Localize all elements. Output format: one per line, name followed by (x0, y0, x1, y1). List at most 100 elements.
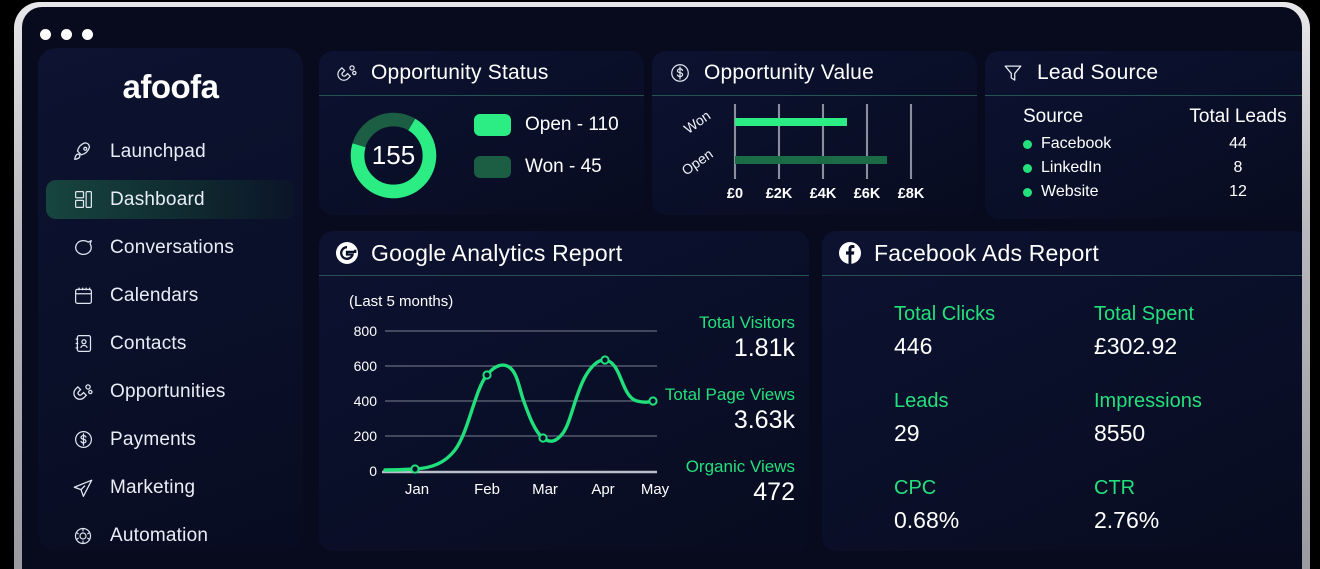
card-facebook-ads: Facebook Ads Report Total Clicks 446 Tot… (822, 231, 1302, 551)
table-header-row: Source Total Leads (1023, 106, 1302, 128)
sidebar-item-calendars[interactable]: Calendars (46, 276, 295, 315)
sidebar-nav: Launchpad Dashboard Conversations Calend… (38, 132, 303, 564)
y-tick-label: 400 (354, 393, 378, 409)
metric-value: 29 (894, 420, 920, 446)
x-tick-label: £2K (766, 186, 793, 202)
card-title: Lead Source (1037, 61, 1159, 84)
metric-leads: Leads 29 (894, 390, 1094, 447)
contact-book-icon (70, 332, 96, 356)
metric-total-clicks: Total Clicks 446 (894, 303, 1094, 360)
sidebar-item-conversations[interactable]: Conversations (46, 228, 295, 267)
lead-source-name: Facebook (1041, 135, 1112, 152)
app-screen: afoofa Launchpad Dashboard Conversations… (22, 7, 1302, 569)
bar-won (735, 118, 847, 126)
dollar-circle-icon (70, 428, 96, 452)
metric-value: 446 (894, 333, 933, 359)
donut-chart-area: 155 Open - 110 Won - 45 (319, 96, 644, 214)
lead-total-cell: 44 (1229, 135, 1247, 152)
legend-swatch (474, 114, 511, 136)
data-point-apr (600, 355, 610, 365)
table-row: Facebook 44 (1023, 135, 1302, 153)
lead-source-name: LinkedIn (1041, 159, 1102, 176)
sidebar-item-contacts[interactable]: Contacts (46, 324, 295, 363)
card-header: Facebook Ads Report (822, 231, 1302, 276)
card-opportunity-status: Opportunity Status 155 Open - 110 Won - … (319, 51, 644, 215)
calendar-icon (70, 284, 96, 308)
metric-label: Total Spent (1094, 303, 1195, 325)
window-minimize-dot[interactable] (61, 29, 72, 40)
facebook-icon (836, 240, 864, 266)
sidebar-item-dashboard[interactable]: Dashboard (46, 180, 295, 219)
card-google-analytics: Google Analytics Report (Last 5 months) … (319, 231, 809, 551)
card-header: Opportunity Value (652, 51, 977, 96)
window-maximize-dot[interactable] (82, 29, 93, 40)
x-tick-label: Apr (591, 481, 614, 498)
metric-label: Total Page Views (664, 385, 795, 404)
y-tick-label: 600 (354, 358, 378, 374)
legend-swatch (474, 156, 511, 178)
sidebar-item-opportunities[interactable]: Opportunities (46, 372, 295, 411)
sidebar-item-automation[interactable]: Automation (46, 516, 295, 555)
metric-label: CTR (1094, 477, 1136, 499)
lead-source-cell: LinkedIn (1023, 159, 1183, 177)
metric-value: 3.63k (733, 406, 795, 434)
sidebar-item-label: Conversations (110, 236, 235, 258)
sidebar-item-launchpad[interactable]: Launchpad (46, 132, 295, 171)
window-close-dot[interactable] (40, 29, 51, 40)
metric-value: 472 (753, 478, 795, 506)
google-icon (333, 240, 361, 266)
opportunity-value-bar-chart: Won Open £0 £2K £4K £6K £8K (679, 104, 925, 202)
chat-bubble-icon (70, 236, 96, 260)
metric-total-spent: Total Spent £302.92 (1094, 303, 1294, 360)
x-tick-label: Feb (474, 481, 500, 498)
x-tick-label: £6K (854, 186, 881, 202)
data-point-feb (482, 370, 492, 380)
x-tick-label: Mar (532, 481, 558, 498)
dollar-circle-icon (666, 60, 694, 86)
facebook-metrics-grid: Total Clicks 446 Total Spent £302.92 Lea… (894, 303, 1294, 534)
table-row: Website 12 (1023, 183, 1302, 201)
lead-source-cell: Facebook (1023, 135, 1183, 153)
sidebar-item-label: Marketing (110, 476, 196, 498)
y-tick-label: 800 (354, 323, 378, 339)
column-header-total-leads: Total Leads (1189, 106, 1287, 127)
sidebar-item-payments[interactable]: Payments (46, 420, 295, 459)
automation-icon (70, 524, 96, 548)
status-dot-icon (1023, 163, 1032, 173)
metric-value: 2.76% (1094, 507, 1160, 533)
lead-total-cell: 8 (1233, 159, 1243, 176)
legend-item-won: Won - 45 (474, 156, 619, 178)
metric-label: Organic Views (685, 457, 795, 476)
sidebar-item-label: Launchpad (110, 140, 206, 162)
sidebar-item-marketing[interactable]: Marketing (46, 468, 295, 507)
donut-center-total: 155 (371, 140, 416, 170)
legend-label: Won - 45 (525, 156, 602, 177)
metric-label: Leads (894, 390, 949, 412)
metric-value: 0.68% (894, 507, 960, 533)
card-title: Opportunity Status (371, 61, 549, 84)
table-row: LinkedIn 8 (1023, 159, 1302, 177)
legend-label: Open - 110 (525, 114, 619, 135)
status-dot-icon (1023, 187, 1032, 197)
bar-category-label: Open (679, 146, 716, 179)
x-tick-label: Jan (405, 481, 429, 498)
bar-category-label: Won (681, 107, 714, 136)
magnet-icon (70, 380, 96, 404)
card-header: Opportunity Status (319, 51, 644, 96)
lead-source-name: Website (1041, 183, 1099, 200)
dashboard-icon (70, 188, 96, 212)
card-title: Facebook Ads Report (874, 239, 1099, 266)
lead-source-cell: Website (1023, 183, 1183, 201)
app-logo: afoofa (122, 68, 220, 105)
card-title: Google Analytics Report (371, 239, 623, 266)
metric-value: £302.92 (1094, 333, 1178, 359)
data-point-jan (410, 464, 420, 474)
rocket-icon (70, 140, 96, 164)
y-tick-label: 0 (369, 463, 377, 479)
x-tick-label: £4K (810, 186, 837, 202)
lead-source-table: Source Total Leads Facebook 44 LinkedIn (985, 96, 1302, 201)
metric-impressions: Impressions 8550 (1094, 390, 1294, 447)
lead-total-cell: 12 (1229, 183, 1247, 200)
donut-legend: Open - 110 Won - 45 (474, 114, 619, 198)
x-tick-label: £8K (898, 186, 925, 202)
